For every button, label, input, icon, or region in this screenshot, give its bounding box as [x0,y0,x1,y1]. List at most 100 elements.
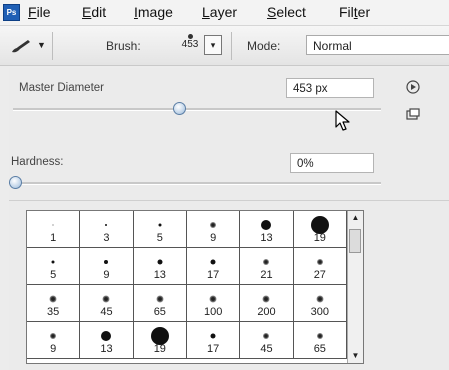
brush-tip-icon [262,295,270,303]
master-diameter-input[interactable]: 453 px [286,78,374,98]
brush-tip-icon [52,224,54,226]
brush-size-label: 19 [313,232,326,244]
menu-file[interactable]: File [28,4,51,20]
panel-menu-icon[interactable] [406,80,420,94]
brush-preset-cell[interactable]: 13 [133,248,187,285]
photoshop-logo-icon[interactable]: Ps [3,4,20,21]
brush-preset-cell[interactable]: 13 [240,211,294,248]
brush-preset-cell[interactable]: 5 [27,248,81,285]
mode-select[interactable]: Normal [306,35,449,55]
brush-preset-cell[interactable]: 19 [133,322,187,359]
brush-size-label: 17 [207,269,220,281]
hardness-input[interactable]: 0% [290,153,374,173]
brush-preview[interactable]: 453 [175,34,205,62]
brush-tip-icon [209,295,217,303]
brush-preset-cell[interactable]: 17 [186,248,241,285]
brush-tip-icon [263,259,270,266]
menu-edit[interactable]: Edit [82,4,106,20]
brush-preset-cell[interactable]: 27 [293,248,347,285]
brush-preset-cell[interactable]: 300 [293,285,347,322]
brush-preset-cell[interactable]: 9 [80,248,134,285]
brush-tip-icon [263,333,270,340]
brush-preset-cell[interactable]: 200 [240,285,294,322]
brush-tip-icon [210,222,217,229]
brush-tool-icon[interactable] [10,38,32,54]
menu-select[interactable]: Select [267,4,306,20]
brush-size-label: 13 [260,232,273,244]
menu-image[interactable]: Image [134,4,173,20]
brush-preset-list: 1 3 5 9 13 19 5 9 13 17 21 27 35 45 65 100 200 300 9 13 19 17… [27,211,347,359]
brush-tip-icon [51,260,55,264]
brush-size-label: 3 [103,232,110,244]
brush-size-label: 5 [156,232,163,244]
brush-tip-icon [50,333,57,340]
preset-scrollbar[interactable]: ▲ ▼ [347,211,363,363]
menu-filter[interactable]: Filter [339,4,370,20]
brush-size-label: 45 [100,306,113,318]
brush-preset-grid: 1 3 5 9 13 19 5 9 13 17 21 27 35 45 65 100 200 300 9 13 19 17… [26,210,364,364]
scrollbar-thumb[interactable] [349,229,361,253]
brush-preset-cell[interactable]: 9 [186,211,241,248]
brush-preset-cell[interactable]: 65 [133,285,187,322]
new-preset-icon[interactable] [406,108,420,120]
brush-tip-icon [157,259,163,265]
brush-size-label: 9 [210,232,217,244]
brush-preset-cell[interactable]: 100 [186,285,241,322]
brush-size-label: 35 [47,306,60,318]
brush-size-label: 1 [50,232,57,244]
brush-preset-cell[interactable]: 9 [27,322,81,359]
hardness-slider-track[interactable] [9,182,381,185]
brush-size-label: 27 [313,269,326,281]
brush-preset-cell[interactable]: 5 [133,211,187,248]
brush-label: Brush: [106,39,141,53]
brush-size-label: 100 [203,306,223,318]
brush-preset-cell[interactable]: 35 [27,285,81,322]
master-diameter-slider-knob[interactable] [172,102,186,115]
master-diameter-label: Master Diameter [19,82,104,94]
scroll-up-icon[interactable]: ▲ [348,211,363,225]
brush-picker-button[interactable]: ▾ [204,35,222,55]
brush-tip-icon [316,295,324,303]
brush-tip-icon [158,223,162,227]
brush-preset-cell[interactable]: 13 [80,322,134,359]
brush-preset-cell[interactable]: 45 [240,322,294,359]
brush-tip-icon [261,220,272,231]
brush-tip-icon [101,331,112,342]
brush-preset-cell[interactable]: 45 [80,285,134,322]
brush-tip-icon [105,224,108,227]
brush-size-label: 453 [181,39,199,50]
brush-tip-icon [210,333,216,339]
brush-preset-cell[interactable]: 21 [240,248,294,285]
hardness-slider-knob[interactable] [9,176,22,189]
divider [9,200,449,201]
scroll-down-icon[interactable]: ▼ [348,349,363,363]
brush-size-label: 200 [257,306,276,318]
master-diameter-slider-track[interactable] [13,108,381,111]
brush-size-label: 9 [50,343,57,355]
brush-tip-icon [156,295,164,303]
mode-label: Mode: [247,39,281,53]
brush-size-label: 21 [260,269,273,281]
menu-layer[interactable]: Layer [202,4,237,20]
hardness-label: Hardness: [11,156,64,168]
brush-size-label: 65 [153,306,166,318]
brush-size-label: 17 [207,343,220,355]
brush-size-label: 9 [103,269,110,281]
brush-preset-cell[interactable]: 3 [80,211,134,248]
brush-tip-icon [316,259,323,266]
chevron-down-icon[interactable]: ▼ [37,40,46,50]
brush-size-label: 19 [153,343,166,355]
brush-preset-cell[interactable]: 19 [293,211,347,248]
menu-bar: Ps File Edit Image Layer Select Filter [0,0,449,26]
brush-tip-icon [104,260,109,265]
divider [52,32,53,60]
brush-tip-icon [49,295,57,303]
brush-size-label: 45 [260,343,273,355]
brush-size-label: 13 [153,269,166,281]
brush-preset-cell[interactable]: 17 [186,322,241,359]
brush-tip-icon [316,333,323,340]
options-bar: ▼ Brush: 453 ▾ Mode: Normal [0,26,449,66]
brush-preset-cell[interactable]: 1 [27,211,81,248]
brush-preset-cell[interactable]: 65 [293,322,347,359]
brush-tip-icon [210,259,216,265]
